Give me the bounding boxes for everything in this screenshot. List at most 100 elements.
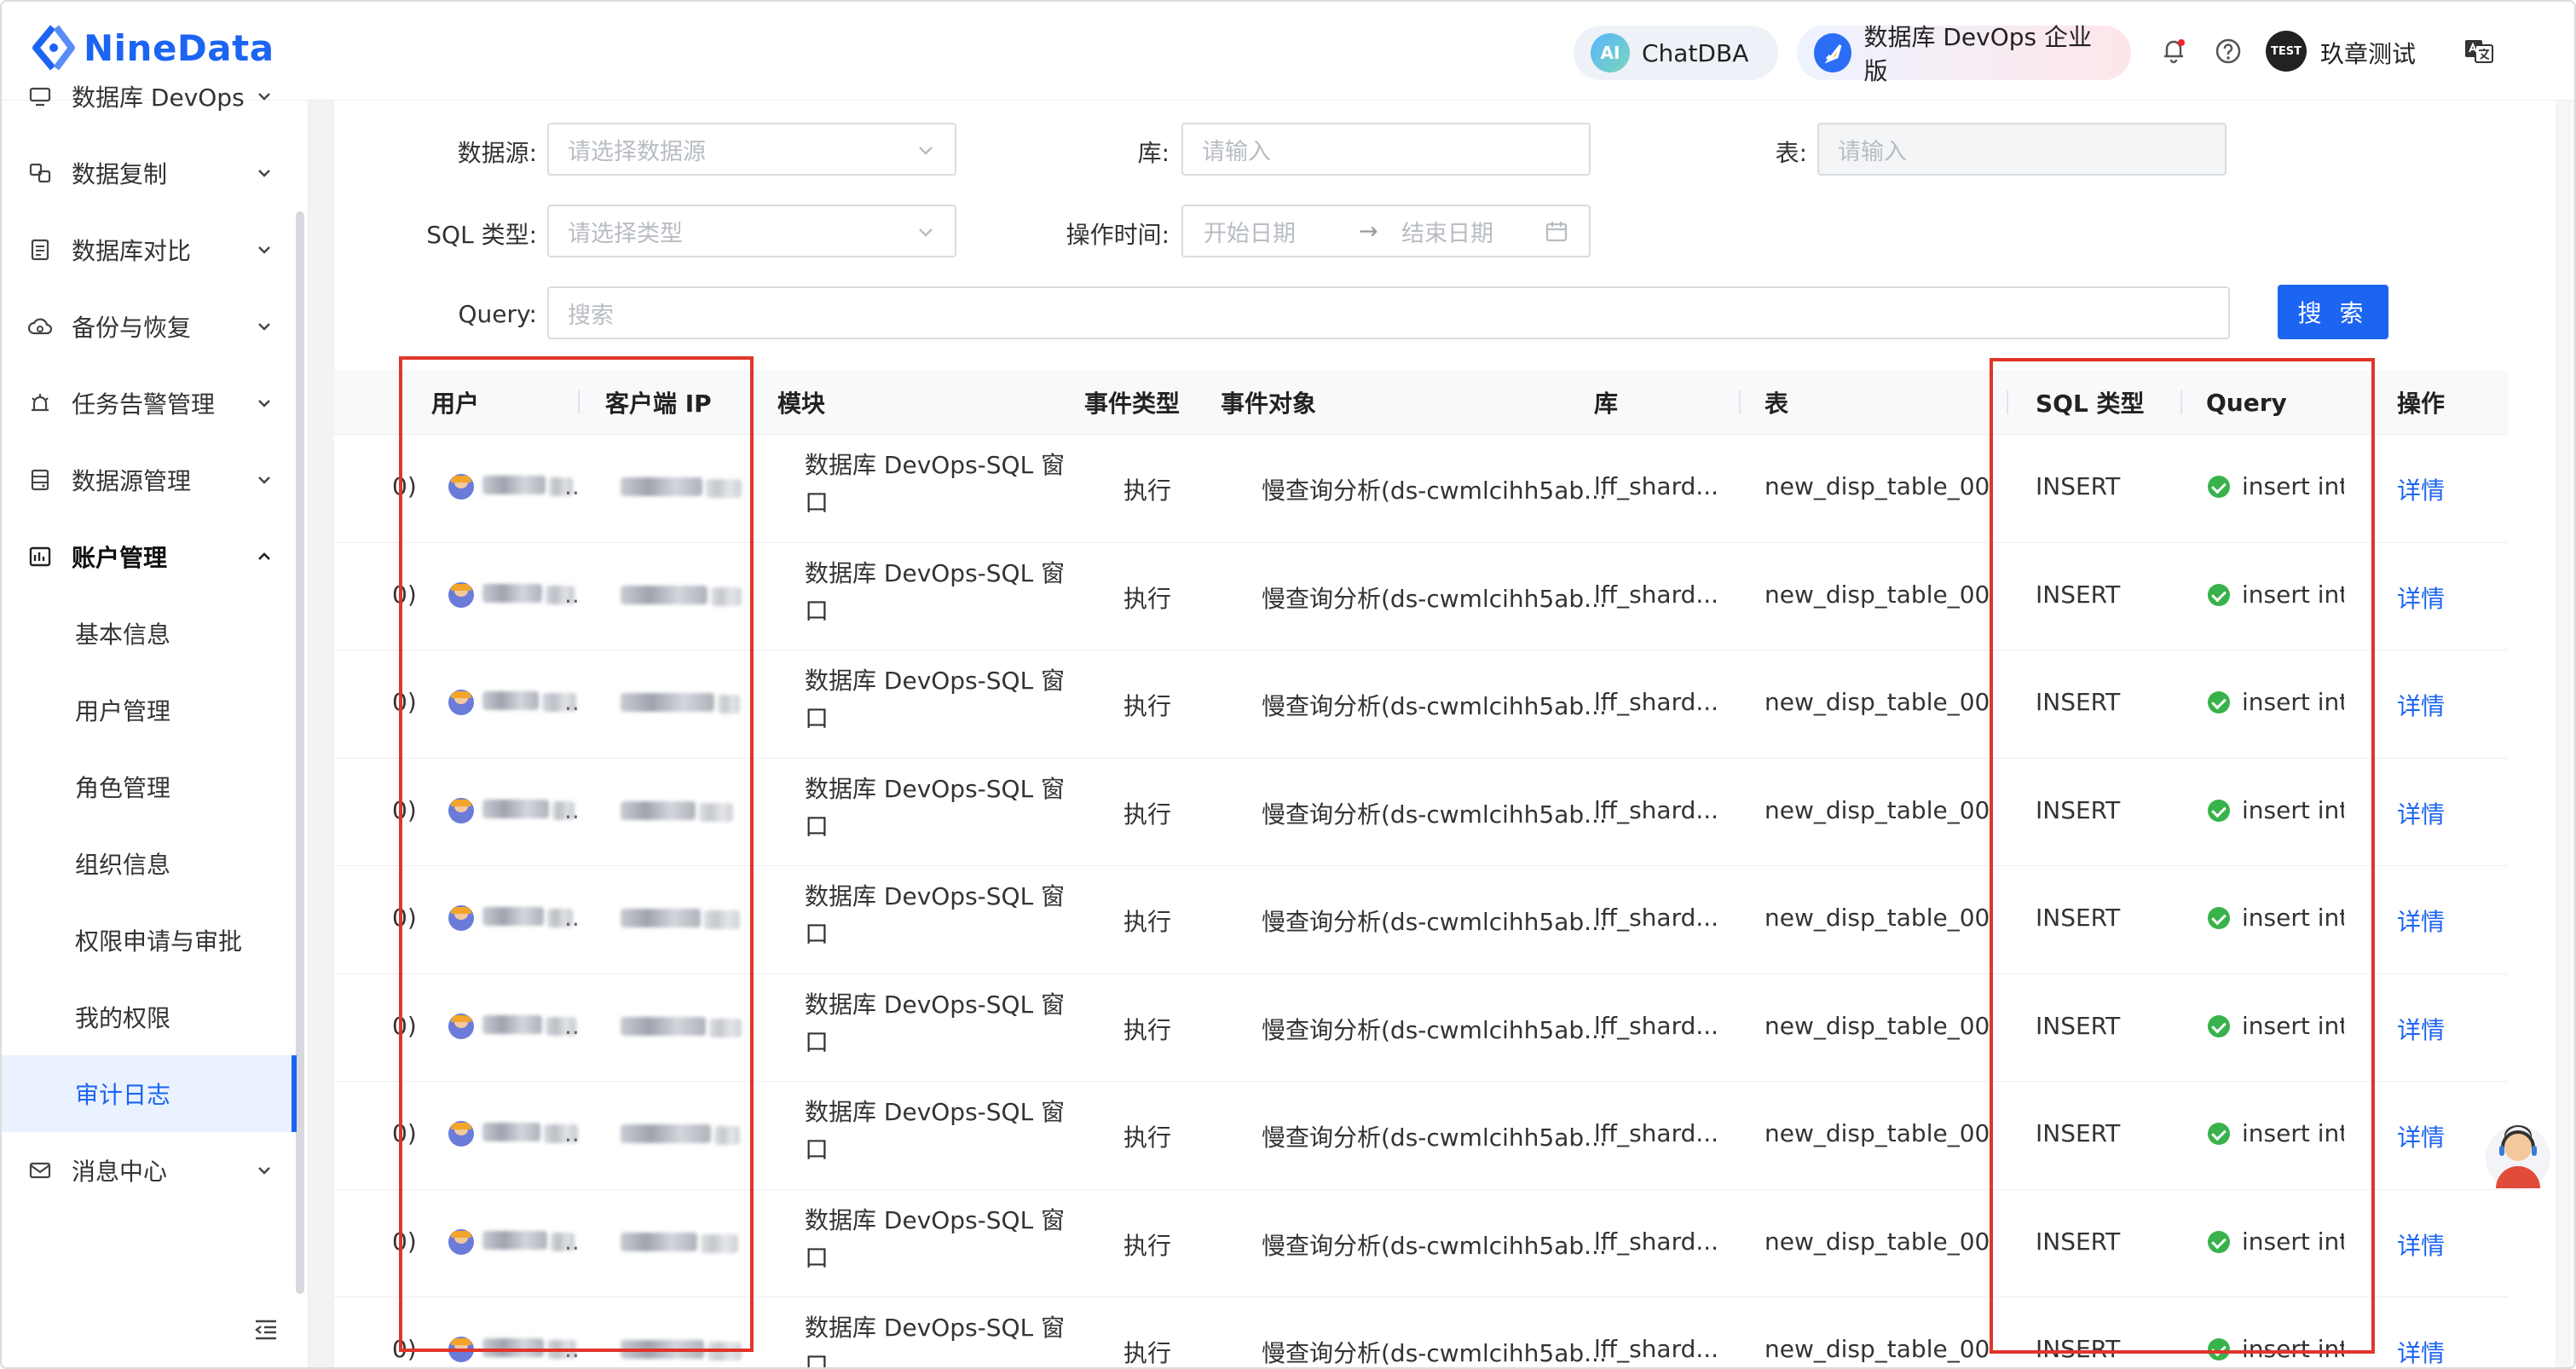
bell-icon[interactable] bbox=[2158, 36, 2189, 66]
db-cell: lff_shard... bbox=[1594, 1011, 1719, 1040]
sidebar-item-message-center[interactable]: 消息中心 bbox=[2, 1132, 297, 1209]
rocket-icon bbox=[1814, 33, 1852, 72]
table-row[interactable]: 0).. 数据库 DevOps-SQL 窗口 执行 慢查询分析(ds-cwmlcihh… bbox=[334, 1082, 2508, 1190]
table-row[interactable]: 0).. 数据库 DevOps-SQL 窗口 执行 慢查询分析(ds-cwmlcihh… bbox=[334, 650, 2508, 759]
customer-support-icon[interactable] bbox=[2484, 1110, 2552, 1195]
query-cell[interactable]: insert into r bbox=[2242, 472, 2344, 500]
table-row[interactable]: 0).. 数据库 DevOps-SQL 窗口 执行 慢查询分析(ds-cwmlcihh… bbox=[334, 758, 2508, 866]
sidebar-item-account[interactable]: 账户管理 bbox=[2, 518, 297, 595]
db-input[interactable]: 请输入 bbox=[1181, 123, 1591, 176]
query-cell[interactable]: insert into r bbox=[2242, 904, 2344, 932]
table-row[interactable]: 0).. 数据库 DevOps-SQL 窗口 执行 慢查询分析(ds-cwmlcihh… bbox=[334, 435, 2508, 543]
devops-edition-button[interactable]: 数据库 DevOps 企业版 bbox=[1797, 23, 2131, 85]
chevron-up-icon bbox=[254, 546, 274, 567]
client-ip-redacted bbox=[621, 1232, 697, 1251]
query-cell[interactable]: insert into r bbox=[2242, 796, 2344, 824]
main-scrollbar[interactable] bbox=[2556, 101, 2571, 1367]
sidebar-subitem-basic-info[interactable]: 基本信息 bbox=[2, 595, 297, 672]
db-cell: lff_shard... bbox=[1594, 1119, 1719, 1147]
sidebar-item-replication[interactable]: 数据复制 bbox=[2, 135, 297, 211]
column-header-user[interactable]: 用户 bbox=[431, 370, 479, 435]
sidebar-subitem-my-permissions[interactable]: 我的权限 bbox=[2, 979, 297, 1055]
query-cell[interactable]: insert into r bbox=[2242, 581, 2344, 609]
sidebar-subitem-org-info[interactable]: 组织信息 bbox=[2, 825, 297, 902]
event-type-cell: 执行 bbox=[1123, 1124, 1172, 1152]
table-row[interactable]: 0).. 数据库 DevOps-SQL 窗口 执行 慢查询分析(ds-cwmlcihh… bbox=[334, 542, 2508, 650]
event-object-cell: 慢查询分析(ds-cwmlcihh5ab... bbox=[1262, 1015, 1607, 1044]
user-name-redacted bbox=[482, 691, 539, 710]
chatdba-button[interactable]: AI ChatDBA bbox=[1574, 26, 1778, 80]
sidebar-subitem-permission-approval[interactable]: 权限申请与审批 bbox=[2, 902, 297, 979]
column-header-db[interactable]: 库 bbox=[1594, 370, 1618, 435]
row-lead-text: 0) bbox=[392, 904, 417, 932]
detail-link[interactable]: 详情 bbox=[2397, 904, 2445, 938]
sidebar-item-devops[interactable]: 数据库 DevOps bbox=[2, 58, 297, 135]
query-cell[interactable]: insert into r bbox=[2242, 688, 2344, 716]
column-header-client-ip[interactable]: 客户端 IP bbox=[605, 370, 712, 435]
search-button[interactable]: 搜 索 bbox=[2278, 285, 2388, 339]
end-date-placeholder[interactable]: 结束日期 bbox=[1401, 215, 1493, 248]
event-object-cell: 慢查询分析(ds-cwmlcihh5ab... bbox=[1262, 692, 1607, 720]
column-header-event-object[interactable]: 事件对象 bbox=[1221, 370, 1316, 435]
detail-link[interactable]: 详情 bbox=[2397, 688, 2445, 722]
detail-link[interactable]: 详情 bbox=[2397, 1227, 2445, 1262]
query-cell[interactable]: insert into r bbox=[2242, 1119, 2344, 1147]
table-row[interactable]: 0).. 数据库 DevOps-SQL 窗口 执行 慢查询分析(ds-cwmlcihh… bbox=[334, 973, 2508, 1082]
column-header-table[interactable]: 表 bbox=[1765, 370, 1788, 435]
datasource-icon bbox=[27, 467, 53, 493]
sidebar-item-backup[interactable]: 备份与恢复 bbox=[2, 288, 297, 365]
table-row[interactable]: 0).. 数据库 DevOps-SQL 窗口 执行 慢查询分析(ds-cwmlcihh… bbox=[334, 1189, 2508, 1297]
detail-link[interactable]: 详情 bbox=[2397, 1335, 2445, 1367]
sqltype-select[interactable]: 请选择类型 bbox=[547, 205, 956, 257]
query-search-input[interactable]: 搜索 bbox=[547, 286, 2230, 339]
user-avatar[interactable]: TEST bbox=[2266, 31, 2307, 72]
detail-link[interactable]: 详情 bbox=[2397, 796, 2445, 830]
user-ellipsis: .. bbox=[564, 580, 580, 609]
compare-icon bbox=[27, 237, 53, 263]
detail-link[interactable]: 详情 bbox=[2397, 1119, 2445, 1153]
query-cell[interactable]: insert into r bbox=[2242, 1335, 2344, 1363]
detail-link[interactable]: 详情 bbox=[2397, 472, 2445, 506]
row-lead-text: 0) bbox=[392, 472, 417, 500]
user-avatar-icon bbox=[448, 1337, 474, 1362]
sidebar-scrollbar[interactable] bbox=[296, 211, 304, 1294]
success-check-icon bbox=[2208, 1338, 2230, 1360]
success-check-icon bbox=[2208, 1123, 2230, 1145]
user-name-redacted bbox=[482, 1338, 544, 1357]
user-avatar-icon bbox=[448, 581, 474, 608]
detail-link[interactable]: 详情 bbox=[2397, 581, 2445, 615]
user-avatar-icon bbox=[448, 1228, 474, 1255]
column-header-sql-type[interactable]: SQL 类型 bbox=[2036, 370, 2145, 435]
language-switch-icon[interactable] bbox=[2463, 36, 2494, 66]
sql-type-cell: INSERT bbox=[2036, 1227, 2121, 1256]
db-cell: lff_shard... bbox=[1594, 1227, 1719, 1256]
sidebar-item-compare[interactable]: 数据库对比 bbox=[2, 211, 297, 288]
table-row[interactable]: 0).. 数据库 DevOps-SQL 窗口 执行 慢查询分析(ds-cwmlcihh… bbox=[334, 1297, 2508, 1367]
table-input[interactable]: 请输入 bbox=[1817, 123, 2227, 176]
query-cell[interactable]: insert into r bbox=[2242, 1227, 2344, 1256]
column-header-event-type[interactable]: 事件类型 bbox=[1084, 370, 1180, 435]
table-row[interactable]: 0).. 数据库 DevOps-SQL 窗口 执行 慢查询分析(ds-cwmlcihh… bbox=[334, 866, 2508, 974]
sidebar-item-alarm[interactable]: 任务告警管理 bbox=[2, 365, 297, 442]
chevron-down-icon bbox=[919, 147, 933, 155]
sidebar-item-label: 消息中心 bbox=[72, 1158, 168, 1186]
collapse-sidebar-icon[interactable] bbox=[249, 1313, 283, 1347]
date-range-picker[interactable]: 开始日期 → 结束日期 bbox=[1181, 205, 1591, 257]
column-header-query[interactable]: Query bbox=[2206, 370, 2287, 435]
help-icon[interactable] bbox=[2213, 36, 2244, 66]
success-check-icon bbox=[2208, 907, 2230, 929]
sidebar-item-datasource[interactable]: 数据源管理 bbox=[2, 442, 297, 518]
column-header-module[interactable]: 模块 bbox=[777, 370, 825, 435]
datasource-select[interactable]: 请选择数据源 bbox=[547, 123, 956, 176]
sidebar-subitem-user-management[interactable]: 用户管理 bbox=[2, 672, 297, 748]
client-ip-redacted bbox=[621, 1016, 706, 1036]
sidebar-subitem-audit-log[interactable]: 审计日志 bbox=[2, 1055, 297, 1132]
start-date-placeholder[interactable]: 开始日期 bbox=[1204, 215, 1296, 248]
row-lead-text: 0) bbox=[392, 1227, 417, 1256]
user-name[interactable]: 玖章测试 bbox=[2320, 36, 2416, 70]
sidebar-subitem-role-management[interactable]: 角色管理 bbox=[2, 748, 297, 825]
detail-link[interactable]: 详情 bbox=[2397, 1012, 2445, 1046]
event-type-cell: 执行 bbox=[1123, 692, 1172, 720]
event-type-cell: 执行 bbox=[1123, 1339, 1172, 1367]
query-cell[interactable]: insert into r bbox=[2242, 1012, 2344, 1040]
